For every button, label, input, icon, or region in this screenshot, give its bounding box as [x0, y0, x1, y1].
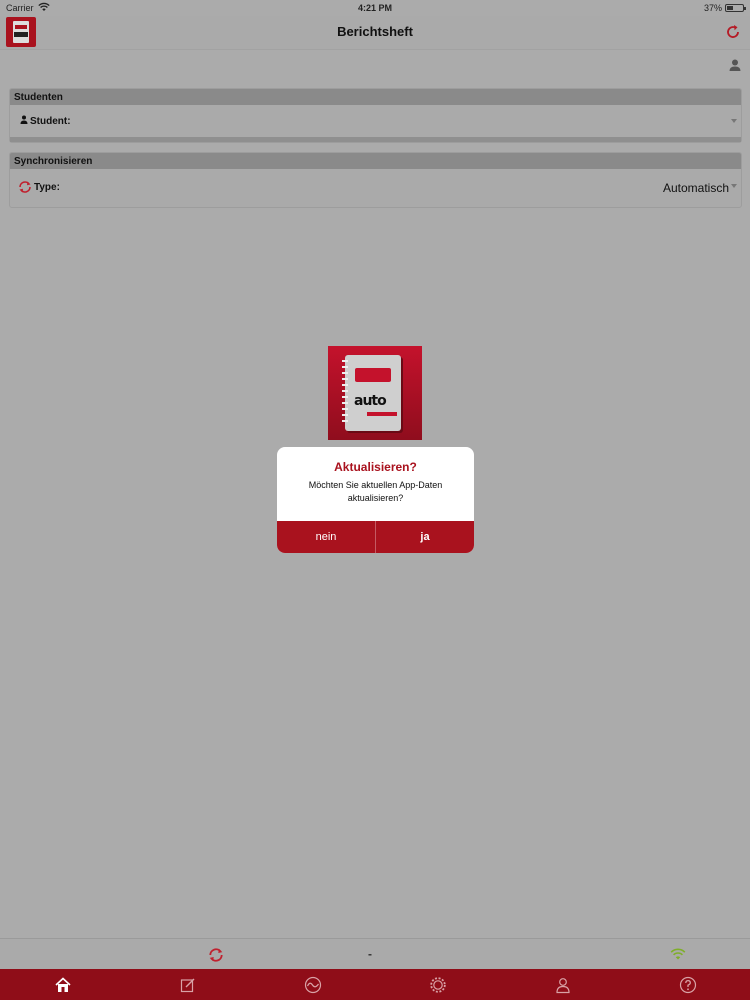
chevron-down-icon	[731, 184, 737, 188]
tab-edit[interactable]	[125, 969, 250, 1000]
type-label: Type:	[34, 182, 60, 193]
bottom-status-bar: -	[0, 938, 750, 969]
tab-home[interactable]	[0, 969, 125, 1000]
battery-percent: 37%	[703, 3, 722, 13]
panel-divider	[10, 137, 741, 142]
dialog-buttons: nein ja	[277, 521, 474, 553]
students-panel: Studenten Student:	[9, 88, 742, 143]
sync-header: Synchronisieren	[10, 153, 741, 169]
app-splash-icon: auto	[328, 346, 422, 440]
sync-icon	[19, 181, 31, 193]
type-value: Automatisch	[662, 181, 729, 195]
edit-icon	[180, 978, 194, 993]
help-icon	[679, 976, 696, 994]
sync-panel: Synchronisieren Type: Automatisch	[9, 152, 742, 208]
dialog-title: Aktualisieren?	[334, 460, 417, 474]
person-icon	[20, 115, 28, 124]
settings-icon	[429, 977, 446, 993]
tab-chart[interactable]	[250, 969, 375, 1000]
sync-icon[interactable]	[208, 947, 224, 963]
update-dialog: Aktualisieren? Möchten Sie aktuellen App…	[277, 447, 474, 553]
home-icon	[54, 977, 71, 992]
tab-settings[interactable]	[375, 969, 500, 1000]
status-bar: Carrier 4:21 PM 37%	[0, 0, 750, 16]
notebook-icon: auto	[345, 355, 401, 431]
yes-button[interactable]: ja	[376, 521, 474, 553]
students-header: Studenten	[10, 89, 741, 105]
page-title: Berichtsheft	[337, 24, 413, 39]
navigation-bar: Berichtsheft	[0, 16, 750, 50]
chart-icon	[304, 976, 321, 994]
wifi-icon	[670, 948, 686, 960]
status-time: 4:21 PM	[357, 3, 392, 13]
sync-status-text: -	[368, 947, 372, 961]
no-button[interactable]: nein	[277, 521, 376, 553]
sync-type-selector[interactable]: Type: Automatisch	[10, 169, 741, 207]
chevron-down-icon	[731, 119, 737, 123]
battery-icon	[725, 4, 746, 12]
student-label: Student:	[30, 116, 71, 127]
tab-help[interactable]	[625, 969, 750, 1000]
user-icon[interactable]	[728, 58, 742, 72]
refresh-icon[interactable]	[724, 23, 742, 41]
student-selector[interactable]: Student:	[10, 105, 741, 137]
logo-word: auto	[354, 393, 387, 409]
tab-bar	[0, 969, 750, 1000]
user-icon	[555, 978, 570, 994]
tab-profile[interactable]	[500, 969, 625, 1000]
dialog-message: Möchten Sie aktuellen App-Daten aktualis…	[308, 480, 443, 503]
